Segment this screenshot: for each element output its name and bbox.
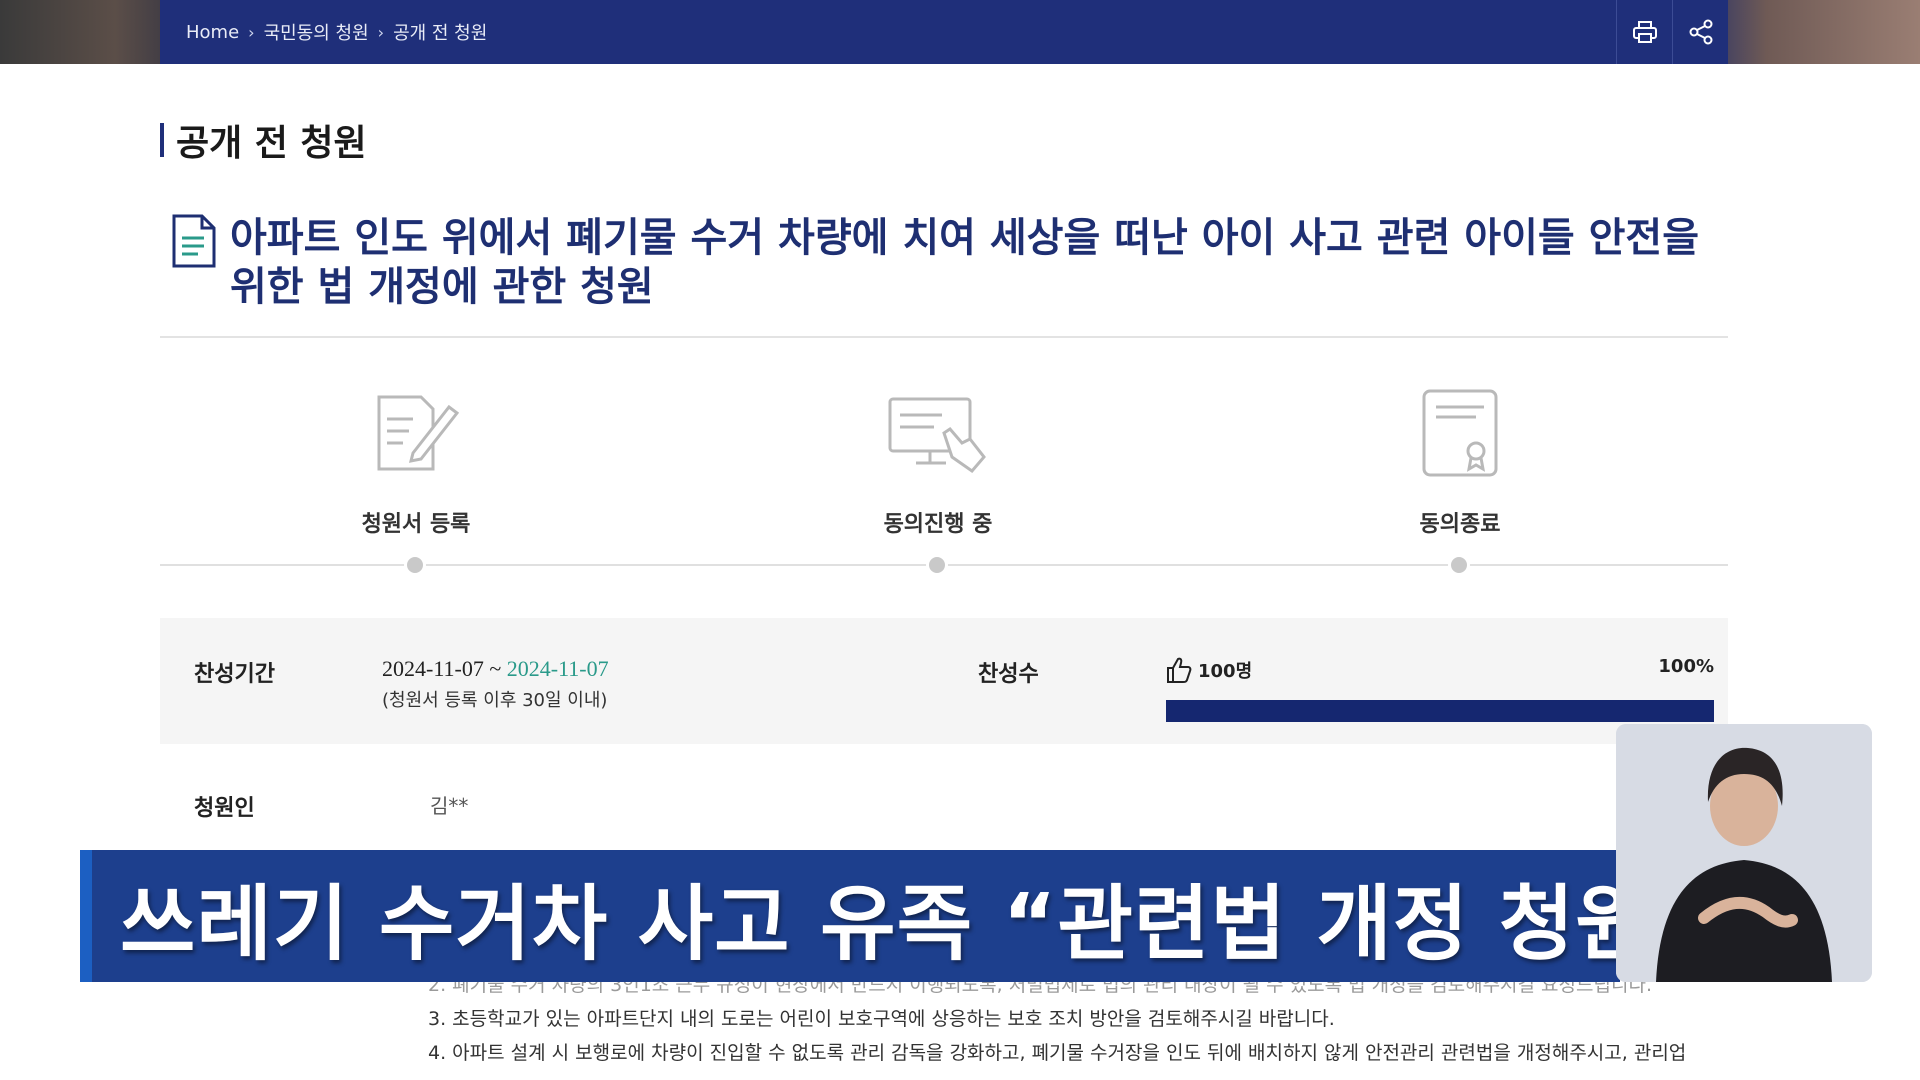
- body-line: 4. 아파트 설계 시 보행로에 차량이 진입할 수 없도록 관리 감독을 강화…: [428, 1042, 1687, 1064]
- progress-bar: [1166, 700, 1714, 722]
- step-completed: 동의종료: [1330, 388, 1590, 538]
- sign-language-interpreter: [1616, 724, 1872, 982]
- period-note: (청원서 등록 이후 30일 이내): [382, 690, 608, 711]
- title-accent-bar: [160, 123, 164, 157]
- period-end: 2024-11-07: [506, 656, 609, 681]
- breadcrumb-home[interactable]: Home: [186, 22, 239, 43]
- document-icon: [172, 214, 216, 268]
- share-button[interactable]: [1672, 0, 1728, 64]
- interpreter-figure: [1616, 724, 1872, 982]
- step-label: 동의종료: [1419, 512, 1501, 537]
- step-dot: [926, 554, 948, 576]
- step-label: 청원서 등록: [361, 512, 471, 537]
- petition-body: 2. 폐기물 수거 차량의 3인1조 근무 규정이 현장에서 반드시 이행되도록…: [428, 968, 1728, 1070]
- news-caption-banner: 쓰레기 수거차 사고 유족 “관련법 개정 청원”: [80, 850, 1620, 982]
- petitioner-name: 김**: [430, 794, 469, 818]
- progress-fill: [1166, 700, 1714, 722]
- share-icon: [1689, 19, 1712, 45]
- certificate-icon: [1422, 389, 1498, 477]
- step-dot: [1448, 554, 1470, 576]
- step-label: 동의진행 중: [883, 512, 993, 537]
- print-button[interactable]: [1616, 0, 1672, 64]
- petition-heading: 아파트 인도 위에서 폐기물 수거 차량에 치여 세상을 떠난 아이 사고 관련…: [170, 214, 1730, 312]
- thumbs-up-icon: [1167, 657, 1192, 683]
- count-label: 찬성수: [978, 662, 1039, 687]
- top-navigation-bar: Home › 국민동의 청원 › 공개 전 청원: [160, 0, 1728, 64]
- period-label: 찬성기간: [194, 662, 275, 687]
- step-dot: [404, 554, 426, 576]
- petitioner-label: 청원인: [194, 796, 255, 821]
- breadcrumb: Home › 국민동의 청원 › 공개 전 청원: [160, 19, 487, 45]
- period-dates: 2024-11-07 ~ 2024-11-07: [382, 656, 609, 682]
- monitor-hand-icon: [888, 397, 986, 473]
- topbar-actions: [1616, 0, 1728, 64]
- count-display: 100명: [1166, 656, 1252, 684]
- count-value: 100명: [1198, 661, 1253, 682]
- caption-text: 쓰레기 수거차 사고 유족 “관련법 개정 청원”: [120, 876, 1620, 972]
- body-line: 3. 초등학교가 있는 아파트단지 내의 도로는 어린이 보호구역에 상응하는 …: [428, 1008, 1335, 1030]
- chevron-right-icon: ›: [377, 22, 385, 42]
- petition-info-box: 찬성기간 2024-11-07 ~ 2024-11-07 (청원서 등록 이후 …: [160, 618, 1728, 744]
- breadcrumb-level2[interactable]: 공개 전 청원: [393, 19, 487, 45]
- step-in-progress: 동의진행 중: [808, 388, 1068, 538]
- document-pen-icon: [377, 395, 459, 471]
- step-registration: 청원서 등록: [286, 388, 546, 538]
- count-percent: 100%: [1658, 656, 1714, 677]
- period-start: 2024-11-07 ~: [382, 656, 507, 681]
- printer-icon: [1632, 21, 1657, 43]
- chevron-right-icon: ›: [248, 22, 255, 42]
- divider: [160, 336, 1728, 338]
- page-title: 공개 전 청원: [176, 123, 367, 164]
- breadcrumb-level1[interactable]: 국민동의 청원: [264, 19, 369, 45]
- petition-title: 아파트 인도 위에서 폐기물 수거 차량에 치여 세상을 떠난 아이 사고 관련…: [230, 215, 1700, 310]
- page-title-section: 공개 전 청원: [160, 114, 367, 166]
